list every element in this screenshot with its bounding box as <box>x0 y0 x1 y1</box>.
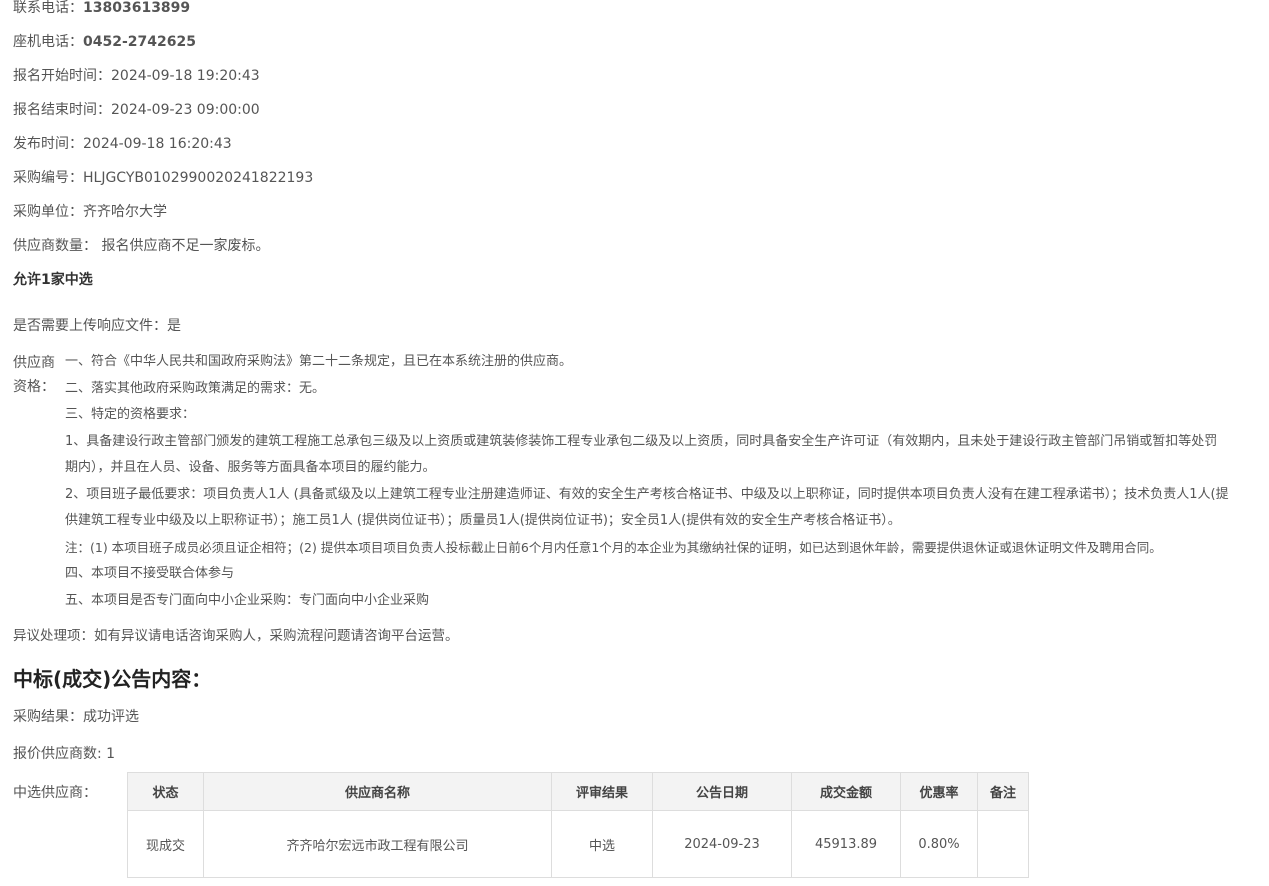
qualification-line: 五、本项目是否专门面向中小企业采购：专门面向中小企业采购 <box>65 592 430 608</box>
cell-remark <box>977 810 1029 878</box>
signup-end-row: 报名结束时间：2024-09-23 09:00:00 <box>13 101 260 119</box>
cell-amount: 45913.89 <box>791 810 901 878</box>
supplier-count-row: 供应商数量： 报名供应商不足一家废标。 <box>13 237 269 255</box>
procurement-unit-row: 采购单位：齐齐哈尔大学 <box>13 203 167 221</box>
col-header-supplier: 供应商名称 <box>203 772 552 811</box>
landline-row: 座机电话：0452-2742625 <box>13 33 196 51</box>
qualification-label: 供应商资格： <box>13 355 55 395</box>
table-row: 现成交 齐齐哈尔宏远市政工程有限公司 中选 2024-09-23 45913.8… <box>127 810 1029 878</box>
objection-row: 异议处理项：如有异议请电话咨询采购人，采购流程问题请咨询平台运营。 <box>13 627 459 645</box>
result-section-title: 中标(成交)公告内容： <box>13 667 212 691</box>
landline-value: 0452-2742625 <box>83 34 196 50</box>
col-header-discount: 优惠率 <box>900 772 978 811</box>
quote-count: 报价供应商数: 1 <box>13 746 116 762</box>
contact-phone-label: 联系电话： <box>13 0 83 16</box>
signup-end-value: 2024-09-23 09:00:00 <box>111 102 260 118</box>
qualification-line: 二、落实其他政府采购政策满足的需求：无。 <box>65 380 326 396</box>
qualification-line: 注：(1) 本项目班子成员必须且证企相符；(2) 提供本项目项目负责人投标截止日… <box>65 539 1162 555</box>
objection-value: 如有异议请电话咨询采购人，采购流程问题请咨询平台运营。 <box>94 628 459 644</box>
col-header-review: 评审结果 <box>551 772 653 811</box>
upload-value: 是 <box>167 318 181 334</box>
procurement-code-label: 采购编号： <box>13 170 83 186</box>
signup-start-row: 报名开始时间：2024-09-18 19:20:43 <box>13 67 260 85</box>
table-header-row: 状态 供应商名称 评审结果 公告日期 成交金额 优惠率 备注 <box>127 772 1029 811</box>
upload-label: 是否需要上传响应文件： <box>13 318 167 334</box>
col-header-date: 公告日期 <box>652 772 792 811</box>
procurement-unit-label: 采购单位： <box>13 204 83 220</box>
qualification-line: 1、具备建设行政主管部门颁发的建筑工程施工总承包三级及以上资质或建筑装修装饰工程… <box>65 433 1218 476</box>
qualification-body: 一、符合《中华人民共和国政府采购法》第二十二条规定，且已在本系统注册的供应商。 … <box>65 349 1230 614</box>
result-label: 采购结果： <box>13 709 83 725</box>
allow-winner-text: 允许1家中选 <box>13 272 93 288</box>
cell-status: 现成交 <box>127 810 204 878</box>
publish-label: 发布时间： <box>13 136 83 152</box>
result-table: 状态 供应商名称 评审结果 公告日期 成交金额 优惠率 备注 现成交 齐齐哈尔宏… <box>127 772 1029 878</box>
signup-start-label: 报名开始时间： <box>13 68 111 84</box>
cell-review: 中选 <box>551 810 653 878</box>
landline-label: 座机电话： <box>13 34 83 50</box>
qualification-line: 2、项目班子最低要求：项目负责人1人 (具备贰级及以上建筑工程专业注册建造师证、… <box>65 486 1229 529</box>
winner-label: 中选供应商： <box>13 785 97 801</box>
cell-supplier: 齐齐哈尔宏远市政工程有限公司 <box>203 810 552 878</box>
col-header-amount: 成交金额 <box>791 772 901 811</box>
result-row: 采购结果：成功评选 <box>13 708 139 726</box>
publish-row: 发布时间：2024-09-18 16:20:43 <box>13 135 232 153</box>
procurement-unit-value: 齐齐哈尔大学 <box>83 204 167 220</box>
qualification-line: 一、符合《中华人民共和国政府采购法》第二十二条规定，且已在本系统注册的供应商。 <box>65 354 573 369</box>
procurement-code-value: HLJGCYB0102990020241822193 <box>83 170 314 186</box>
upload-row: 是否需要上传响应文件：是 <box>13 317 181 335</box>
col-header-remark: 备注 <box>977 772 1029 811</box>
qualification-line: 三、特定的资格要求： <box>65 407 196 422</box>
contact-phone-row: 联系电话：13803613899 <box>13 0 190 17</box>
cell-date: 2024-09-23 <box>652 810 792 878</box>
supplier-count-label: 供应商数量： <box>13 238 97 254</box>
result-value: 成功评选 <box>83 709 139 725</box>
cell-discount: 0.80% <box>900 810 978 878</box>
col-header-status: 状态 <box>127 772 204 811</box>
contact-phone-value: 13803613899 <box>83 0 191 16</box>
objection-label: 异议处理项： <box>13 628 94 644</box>
qualification-line: 四、本项目不接受联合体参与 <box>65 566 235 581</box>
signup-start-value: 2024-09-18 19:20:43 <box>111 68 260 84</box>
procurement-code-row: 采购编号：HLJGCYB0102990020241822193 <box>13 169 313 187</box>
publish-value: 2024-09-18 16:20:43 <box>83 136 232 152</box>
supplier-count-value: 报名供应商不足一家废标。 <box>101 238 270 254</box>
signup-end-label: 报名结束时间： <box>13 102 111 118</box>
